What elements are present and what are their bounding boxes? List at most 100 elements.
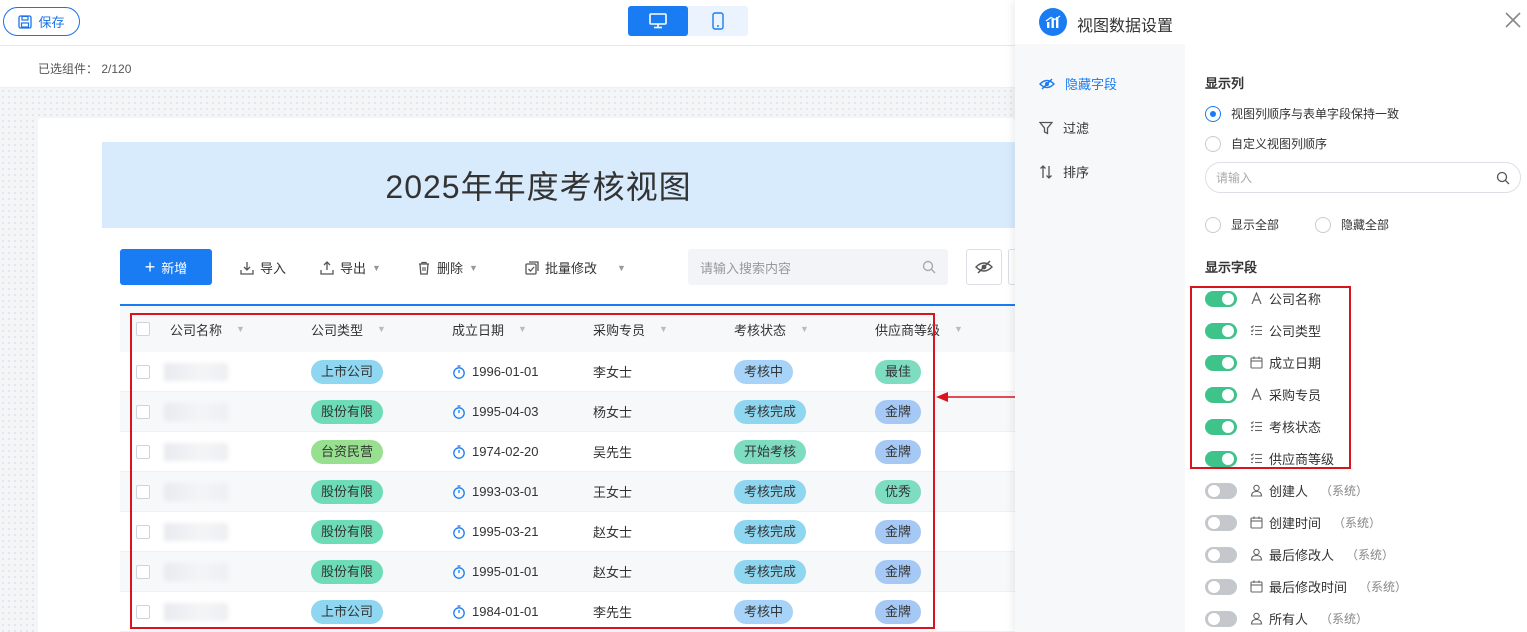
- tab-hide-fields[interactable]: 隐藏字段: [1039, 74, 1117, 93]
- hide-fields-button[interactable]: [966, 249, 1002, 285]
- delete-button[interactable]: 删除 ▼: [417, 258, 478, 277]
- row-checkbox[interactable]: [136, 444, 150, 459]
- redacted-text: [164, 482, 228, 501]
- table-row[interactable]: 上市公司 1984-01-01 李先生 考核中 金牌: [120, 592, 1015, 632]
- grade-cell: 金牌: [875, 519, 922, 544]
- visibility-toggle[interactable]: [1205, 482, 1237, 499]
- visibility-toggle[interactable]: [1205, 386, 1237, 403]
- person-cell: 赵女士: [593, 565, 633, 580]
- radio-custom-order[interactable]: 自定义视图列顺序: [1205, 135, 1327, 152]
- grade-cell: 优秀: [875, 479, 922, 504]
- close-icon[interactable]: [1503, 10, 1523, 30]
- system-tag: （系统）: [1346, 548, 1395, 562]
- person-cell: 杨女士: [593, 405, 633, 420]
- radio-keep-order[interactable]: 视图列顺序与表单字段保持一致: [1205, 105, 1399, 122]
- tab-filter[interactable]: 过滤: [1039, 118, 1089, 137]
- column-header[interactable]: 公司名称 ▼: [170, 320, 245, 339]
- type-tag: 股份有限: [311, 479, 384, 504]
- row-checkbox[interactable]: [136, 404, 150, 419]
- field-item: 考核状态: [1205, 417, 1321, 436]
- mobile-view-button[interactable]: [688, 6, 748, 36]
- company-name-cell: [164, 442, 228, 461]
- radio-hide-all[interactable]: 隐藏全部: [1315, 216, 1389, 233]
- field-search-input[interactable]: [1216, 170, 1466, 185]
- table-row[interactable]: 上市公司 1996-01-01 李女士 考核中 最佳: [120, 352, 1015, 392]
- chevron-down-icon: ▼: [377, 324, 386, 334]
- radio-show-all[interactable]: 显示全部: [1205, 216, 1279, 233]
- row-checkbox[interactable]: [136, 604, 150, 619]
- chevron-down-icon: ▼: [372, 262, 381, 273]
- chevron-down-icon: ▼: [954, 324, 963, 334]
- column-header[interactable]: 考核状态 ▼: [734, 320, 809, 339]
- timer-icon: [453, 524, 465, 539]
- grade-badge: 最佳: [875, 359, 922, 384]
- export-button[interactable]: 导出 ▼: [320, 258, 381, 277]
- visibility-toggle[interactable]: [1205, 290, 1237, 307]
- visibility-toggle[interactable]: [1205, 322, 1237, 339]
- timer-icon: [453, 364, 465, 379]
- company-name-cell: [164, 522, 228, 541]
- save-button[interactable]: 保存: [3, 7, 80, 36]
- person-cell: 李先生: [593, 605, 633, 620]
- visibility-toggle[interactable]: [1205, 354, 1237, 371]
- calendar-icon: [1249, 516, 1263, 530]
- search-placeholder: 请输入搜索内容: [700, 260, 792, 276]
- list-icon: [1249, 324, 1263, 338]
- visibility-toggle[interactable]: [1205, 450, 1237, 467]
- table-body: 上市公司 1996-01-01 李女士 考核中 最佳 股份有限 1995-04-03 杨女士考…: [120, 352, 1015, 632]
- search-input[interactable]: 请输入搜索内容: [688, 249, 948, 285]
- desktop-view-button[interactable]: [628, 6, 688, 36]
- table-row[interactable]: 股份有限 1995-04-03 杨女士 考核完成 金牌: [120, 392, 1015, 432]
- row-checkbox[interactable]: [136, 364, 150, 379]
- date-cell: 1993-03-01: [452, 484, 539, 499]
- company-type-cell: 上市公司: [311, 359, 384, 384]
- row-checkbox[interactable]: [136, 564, 150, 579]
- status-badge: 考核完成: [734, 559, 807, 584]
- row-checkbox[interactable]: [136, 524, 150, 539]
- table-row[interactable]: 股份有限 1993-03-01 王女士 考核完成 优秀: [120, 472, 1015, 512]
- table-row[interactable]: 股份有限 1995-01-01 赵女士 考核完成 金牌: [120, 552, 1015, 592]
- timer-icon: [453, 604, 465, 619]
- company-name-cell: [164, 402, 228, 421]
- visibility-toggle[interactable]: [1205, 578, 1237, 595]
- visibility-toggle[interactable]: [1205, 546, 1237, 563]
- column-header[interactable]: 成立日期 ▼: [452, 320, 527, 339]
- list-icon: [1249, 420, 1263, 434]
- field-search[interactable]: [1205, 162, 1521, 193]
- company-type-cell: 股份有限: [311, 559, 384, 584]
- tab-sort[interactable]: 排序: [1039, 162, 1089, 181]
- timer-icon: [453, 404, 465, 419]
- field-item: 最后修改人 （系统）: [1205, 545, 1394, 564]
- timer-icon: [453, 564, 465, 579]
- batch-edit-button[interactable]: 批量修改 ▼: [525, 258, 626, 277]
- table-row[interactable]: 台资民营 1974-02-20 吴先生 开始考核 金牌: [120, 432, 1015, 472]
- grade-badge: 金牌: [875, 519, 922, 544]
- select-all-checkbox[interactable]: [136, 322, 150, 336]
- visibility-toggle[interactable]: [1205, 418, 1237, 435]
- save-label: 保存: [38, 15, 65, 30]
- show-columns-title: 显示列: [1205, 76, 1245, 91]
- field-label: 公司名称: [1269, 292, 1322, 307]
- search-icon: [1496, 171, 1510, 184]
- person-cell: 李女士: [593, 365, 633, 380]
- date-cell: 1995-01-01: [452, 564, 539, 579]
- column-header[interactable]: 采购专员 ▼: [593, 320, 668, 339]
- import-button[interactable]: 导入: [240, 258, 286, 277]
- type-tag: 股份有限: [311, 519, 384, 544]
- field-label: 采购专员: [1269, 388, 1322, 403]
- timer-icon: [453, 484, 465, 499]
- grade-badge: 金牌: [875, 559, 922, 584]
- table-row[interactable]: 股份有限 1995-03-21 赵女士 考核完成 金牌: [120, 512, 1015, 552]
- text-icon: [1249, 388, 1263, 402]
- export-icon: [320, 260, 334, 275]
- row-checkbox[interactable]: [136, 484, 150, 499]
- chevron-down-icon: ▼: [617, 262, 626, 273]
- save-icon: [18, 14, 33, 29]
- column-header[interactable]: 供应商等级 ▼: [875, 320, 963, 339]
- add-record-button[interactable]: + 新增: [120, 249, 212, 285]
- column-header[interactable]: 公司类型 ▼: [311, 320, 386, 339]
- visibility-toggle[interactable]: [1205, 514, 1237, 531]
- delete-label: 删除: [437, 261, 464, 276]
- visibility-toggle[interactable]: [1205, 610, 1237, 627]
- search-icon: [922, 260, 936, 274]
